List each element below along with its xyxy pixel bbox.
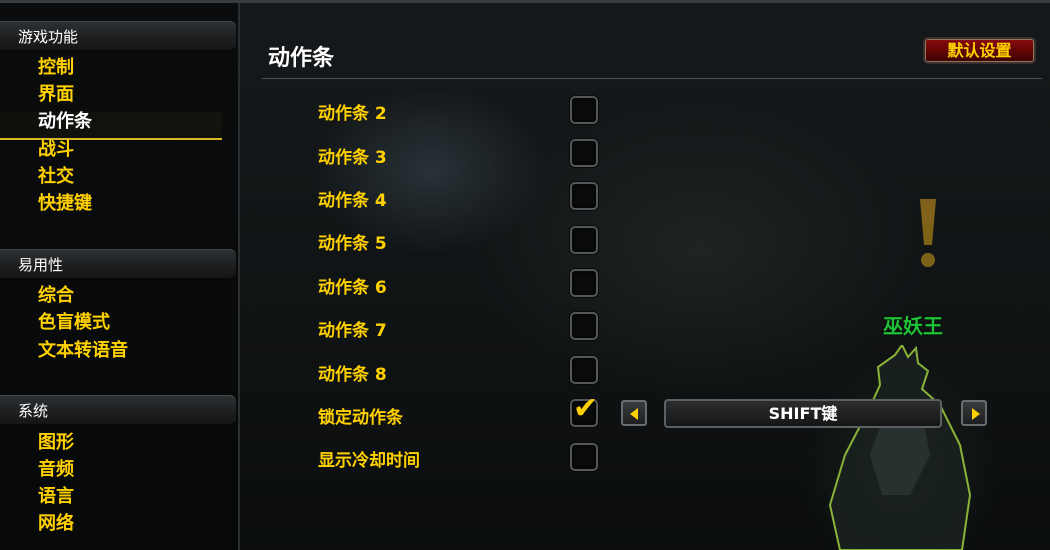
- lock-modifier-dropdown[interactable]: SHIFT键: [664, 399, 942, 428]
- sidebar-item-combat[interactable]: 战斗: [38, 138, 74, 162]
- sidebar-item-action-bars[interactable]: 动作条: [38, 110, 92, 134]
- npc-name: 巫妖王: [883, 314, 943, 338]
- sidebar-item-audio[interactable]: 音频: [38, 458, 74, 482]
- category-game-functions: 游戏功能: [0, 21, 236, 51]
- show-cooldown-label: 显示冷却时间: [318, 451, 420, 471]
- action-bar-7-checkbox[interactable]: [570, 312, 598, 340]
- sidebar-item-social[interactable]: 社交: [38, 165, 74, 189]
- action-bar-5-checkbox[interactable]: [570, 226, 598, 254]
- sidebar-item-interface[interactable]: 界面: [38, 83, 74, 107]
- category-system: 系统: [0, 395, 236, 425]
- action-bar-6-label: 动作条 6: [318, 278, 387, 298]
- action-bar-2-label: 动作条 2: [318, 104, 387, 124]
- sidebar-item-network[interactable]: 网络: [38, 512, 74, 536]
- arrow-right-icon: [972, 408, 980, 420]
- action-bar-6-checkbox[interactable]: [570, 269, 598, 297]
- action-bar-8-checkbox[interactable]: [570, 356, 598, 384]
- sidebar: 游戏功能 控制 界面 动作条 战斗 社交 快捷键 易用性 综合 色盲模式 文本转…: [0, 3, 240, 550]
- check-icon: ✔: [573, 391, 599, 426]
- action-bar-5-label: 动作条 5: [318, 234, 387, 254]
- exclamation-icon: [920, 199, 936, 267]
- action-bar-2-checkbox[interactable]: [570, 96, 598, 124]
- modifier-next-button[interactable]: [961, 400, 987, 426]
- sidebar-item-language[interactable]: 语言: [38, 485, 74, 509]
- lock-action-bars-checkbox[interactable]: ✔: [570, 394, 598, 427]
- sidebar-item-general[interactable]: 综合: [38, 284, 74, 308]
- selected-item-highlight: [0, 112, 222, 140]
- action-bar-4-checkbox[interactable]: [570, 182, 598, 210]
- sidebar-item-keybindings[interactable]: 快捷键: [38, 192, 92, 216]
- category-accessibility: 易用性: [0, 249, 236, 279]
- defaults-button[interactable]: 默认设置: [923, 37, 1036, 64]
- sidebar-item-colorblind-mode[interactable]: 色盲模式: [38, 311, 110, 335]
- action-bar-7-label: 动作条 7: [318, 321, 387, 341]
- modifier-prev-button[interactable]: [621, 400, 647, 426]
- arrow-left-icon: [630, 408, 638, 420]
- title-divider: [262, 78, 1042, 79]
- action-bar-3-checkbox[interactable]: [570, 139, 598, 167]
- action-bar-3-label: 动作条 3: [318, 148, 387, 168]
- action-bar-8-label: 动作条 8: [318, 365, 387, 385]
- lich-king-figure: [828, 345, 972, 550]
- sidebar-item-graphics[interactable]: 图形: [38, 431, 74, 455]
- sidebar-item-text-to-speech[interactable]: 文本转语音: [38, 339, 128, 363]
- sidebar-item-controls[interactable]: 控制: [38, 56, 74, 80]
- action-bar-4-label: 动作条 4: [318, 191, 387, 211]
- show-cooldown-checkbox[interactable]: [570, 443, 598, 471]
- page-title: 动作条: [268, 46, 335, 71]
- lock-action-bars-label: 锁定动作条: [318, 408, 403, 428]
